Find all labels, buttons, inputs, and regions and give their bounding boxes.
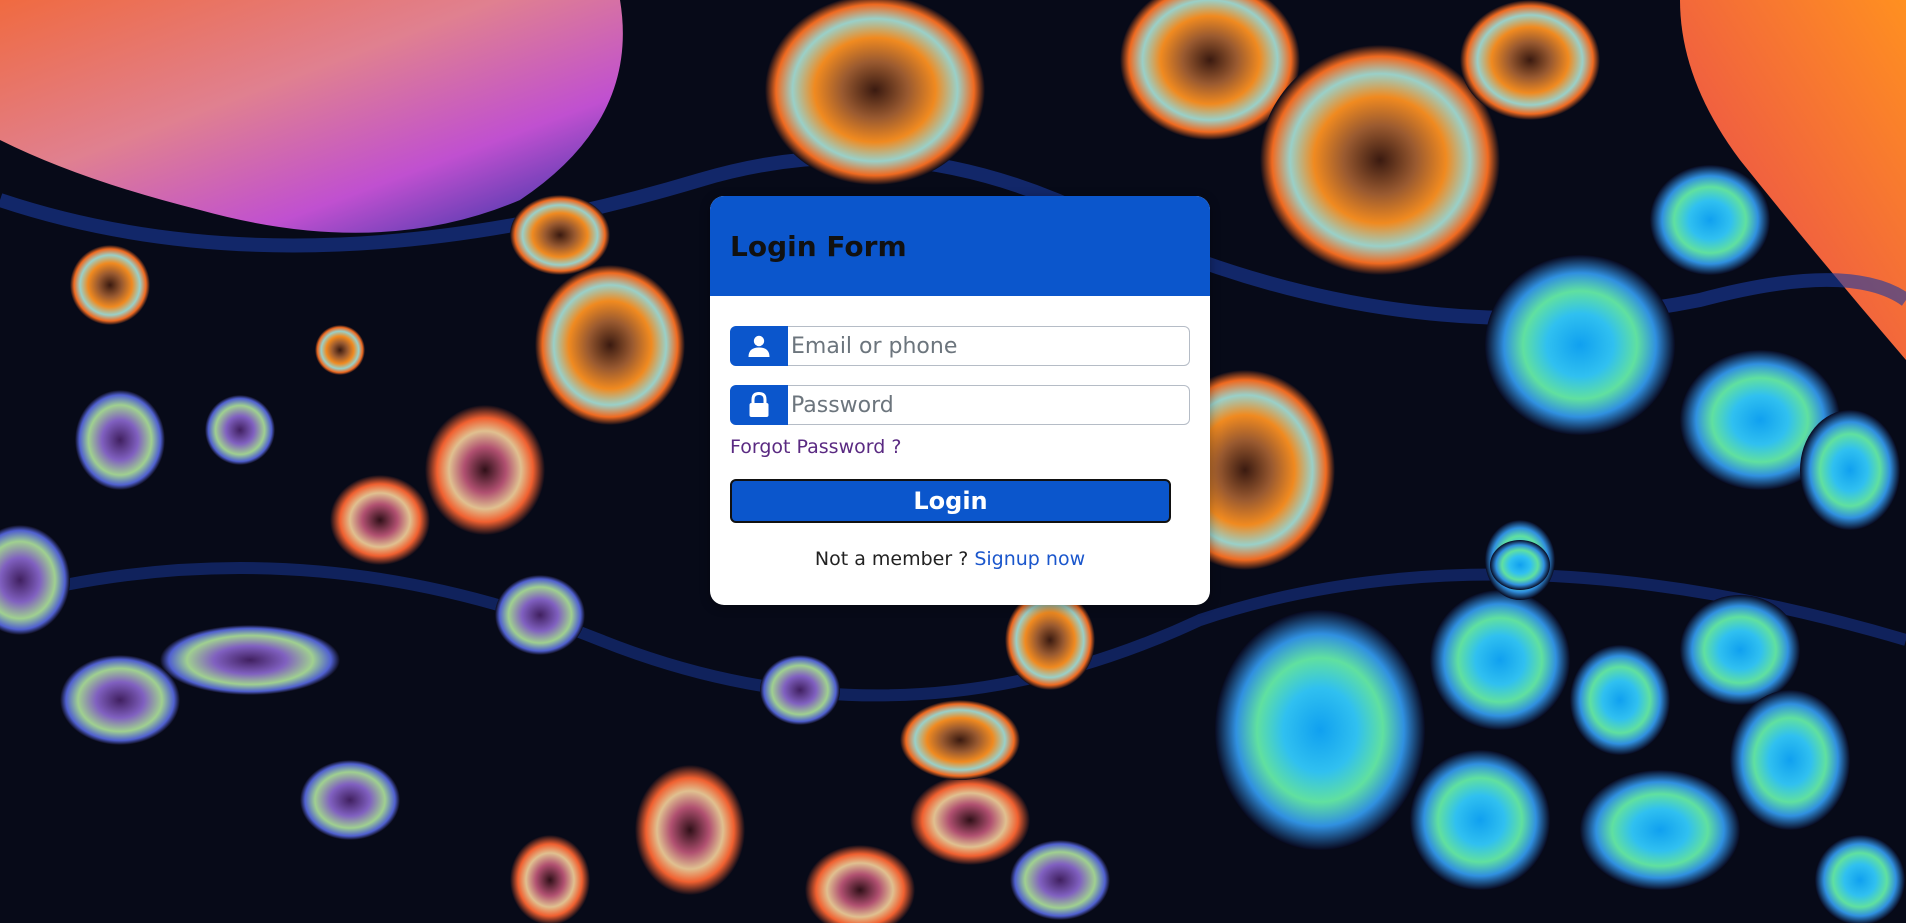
email-input-group — [730, 326, 1190, 366]
password-input-group — [730, 385, 1190, 425]
not-member-text: Not a member ? — [814, 548, 969, 570]
forgot-password-link[interactable]: Forgot Password ? — [730, 436, 901, 458]
card-header: Login Form — [710, 196, 1210, 296]
signup-prompt: Not a member ? Signup now — [710, 548, 1190, 570]
user-icon — [730, 326, 788, 366]
password-input[interactable] — [788, 385, 1190, 425]
email-input[interactable] — [788, 326, 1190, 366]
form-title: Login Form — [730, 229, 907, 263]
lock-icon — [730, 385, 788, 425]
login-button[interactable]: Login — [730, 479, 1171, 523]
login-card: Login Form Forgot Password ? Login Not a… — [710, 196, 1210, 605]
signup-link[interactable]: Signup now — [974, 548, 1085, 570]
